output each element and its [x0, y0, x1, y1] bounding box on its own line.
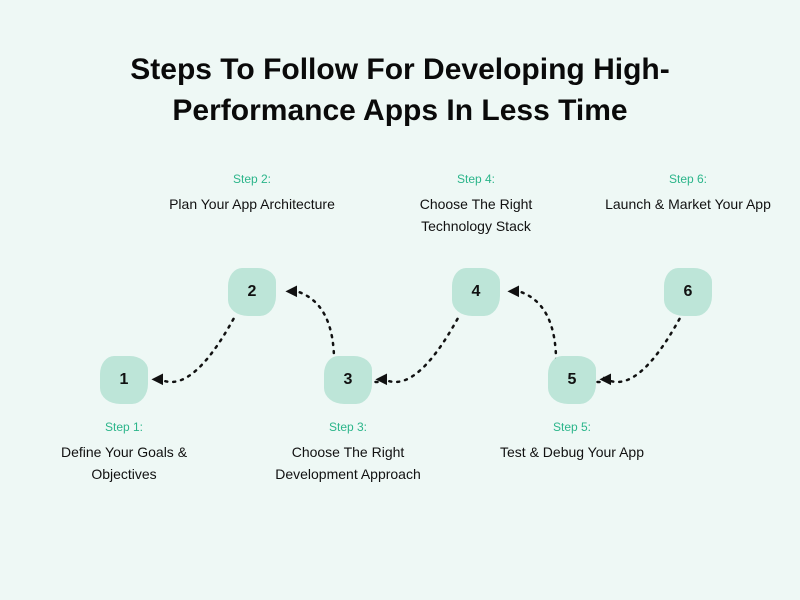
step-node-4: 4 — [452, 268, 500, 316]
page-title: Steps To Follow For Developing High-Perf… — [0, 0, 800, 131]
step-description: Launch & Market Your App — [598, 194, 778, 216]
arrow-head-icon: ◀ — [376, 370, 387, 387]
step-caption: Step 6: — [598, 172, 778, 186]
step-number: 1 — [120, 371, 129, 389]
step-node-2: 2 — [228, 268, 276, 316]
step-description: Test & Debug Your App — [482, 442, 662, 464]
step-caption: Step 1: — [34, 420, 214, 434]
step-caption: Step 5: — [482, 420, 662, 434]
step-node-6: 6 — [664, 268, 712, 316]
step-label-2: Step 2: Plan Your App Architecture — [162, 172, 342, 216]
step-node-3: 3 — [324, 356, 372, 404]
step-caption: Step 3: — [258, 420, 438, 434]
arrow-head-icon: ◀ — [286, 282, 297, 299]
step-caption: Step 4: — [386, 172, 566, 186]
arrow-head-icon: ◀ — [600, 370, 611, 387]
step-label-6: Step 6: Launch & Market Your App — [598, 172, 778, 216]
step-number: 4 — [472, 283, 481, 301]
step-label-5: Step 5: Test & Debug Your App — [482, 420, 662, 464]
step-label-1: Step 1: Define Your Goals & Objectives — [34, 420, 214, 485]
step-description: Choose The Right Development Approach — [258, 442, 438, 485]
step-number: 3 — [344, 371, 353, 389]
arrow-head-icon: ◀ — [152, 370, 163, 387]
steps-diagram: 1 3 5 2 4 6 ◀ ◀ ◀ ◀ ◀ Step 1: Define You… — [0, 160, 800, 560]
step-description: Define Your Goals & Objectives — [34, 442, 214, 485]
arrow-head-icon: ◀ — [508, 282, 519, 299]
step-caption: Step 2: — [162, 172, 342, 186]
step-number: 5 — [568, 371, 577, 389]
step-label-3: Step 3: Choose The Right Development App… — [258, 420, 438, 485]
step-description: Plan Your App Architecture — [162, 194, 342, 216]
step-description: Choose The Right Technology Stack — [386, 194, 566, 237]
step-number: 2 — [248, 283, 257, 301]
step-node-5: 5 — [548, 356, 596, 404]
step-label-4: Step 4: Choose The Right Technology Stac… — [386, 172, 566, 237]
step-number: 6 — [684, 283, 693, 301]
step-node-1: 1 — [100, 356, 148, 404]
